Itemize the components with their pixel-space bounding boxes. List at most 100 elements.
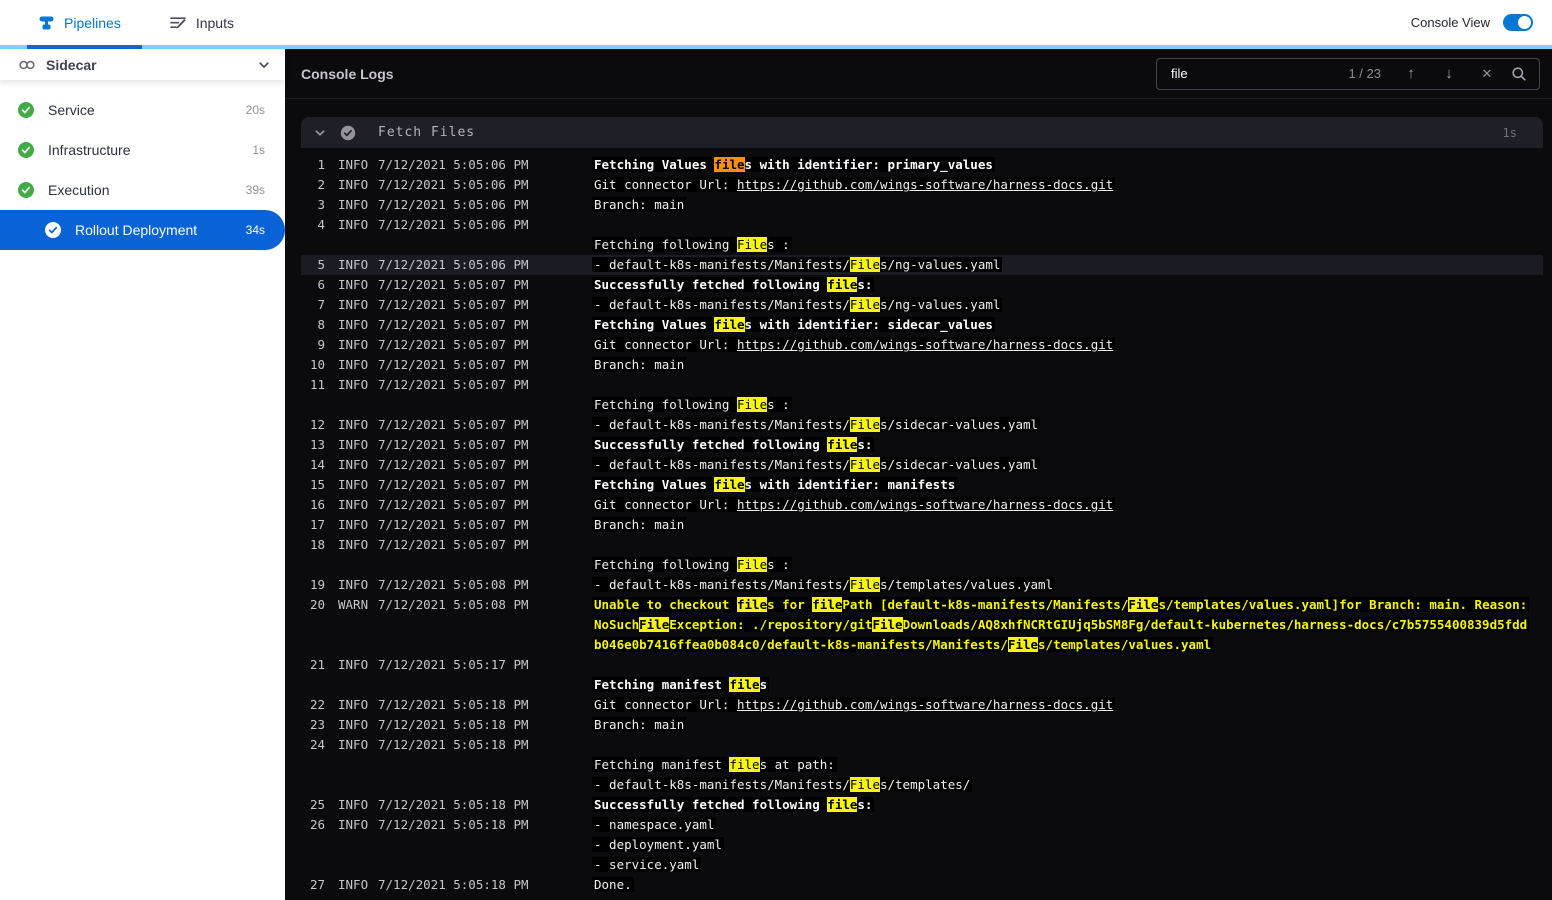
toggle-knob bbox=[1518, 16, 1531, 29]
log-message: Git connector Url: https://github.com/wi… bbox=[592, 697, 1116, 712]
search-match: file bbox=[827, 437, 858, 452]
log-timestamp: 7/12/2021 5:05:07 PM bbox=[378, 417, 529, 432]
chevron-down-icon[interactable] bbox=[257, 58, 271, 72]
search-match: File bbox=[849, 257, 880, 272]
log-timestamp: 7/12/2021 5:05:06 PM bbox=[378, 157, 529, 172]
log-row[interactable]: 20 WARN 7/12/2021 5:05:08 PM Unable to chec… bbox=[301, 595, 1543, 655]
log-row[interactable]: 23 INFO 7/12/2021 5:05:18 PM Branch: main bbox=[301, 715, 1543, 735]
log-row[interactable]: 9 INFO 7/12/2021 5:05:07 PM Git connector U… bbox=[301, 335, 1543, 355]
log-row[interactable]: 26 INFO 7/12/2021 5:05:18 PM - namespace.ya… bbox=[301, 815, 1543, 835]
link-icon bbox=[18, 58, 36, 72]
log-message: - default-k8s-manifests/Manifests/Files/… bbox=[592, 457, 1041, 472]
search-match: file bbox=[714, 317, 745, 332]
search-next-button[interactable]: ↓ bbox=[1435, 65, 1463, 82]
log-level: INFO bbox=[338, 417, 369, 432]
log-row[interactable]: 27 INFO 7/12/2021 5:05:18 PM Done. bbox=[301, 875, 1543, 895]
log-row[interactable]: 7 INFO 7/12/2021 5:05:07 PM - default-k8s-m… bbox=[301, 295, 1543, 315]
step-label: Execution bbox=[48, 182, 110, 198]
log-row[interactable]: 15 INFO 7/12/2021 5:05:07 PM Fetching Value… bbox=[301, 475, 1543, 495]
log-row[interactable]: 3 INFO 7/12/2021 5:05:06 PM Branch: main bbox=[301, 195, 1543, 215]
log-row[interactable]: 18 INFO 7/12/2021 5:05:07 PM bbox=[301, 535, 1543, 555]
log-link[interactable]: https://github.com/wings-software/harnes… bbox=[737, 337, 1113, 352]
log-row[interactable]: 25 INFO 7/12/2021 5:05:18 PM Successfully f… bbox=[301, 795, 1543, 815]
search-match: file bbox=[714, 477, 745, 492]
log-message: Fetching Values files with identifier: s… bbox=[592, 317, 995, 332]
log-row[interactable]: 10 INFO 7/12/2021 5:05:07 PM Branch: main bbox=[301, 355, 1543, 375]
console-view-toggle[interactable] bbox=[1503, 14, 1533, 31]
log-message: - default-k8s-manifests/Manifests/Files/… bbox=[592, 417, 1041, 432]
log-timestamp: 7/12/2021 5:05:06 PM bbox=[378, 197, 529, 212]
line-number: 16 bbox=[310, 497, 326, 512]
log-level: INFO bbox=[338, 457, 369, 472]
search-match: file bbox=[812, 597, 843, 612]
log-row[interactable]: 17 INFO 7/12/2021 5:05:07 PM Branch: main bbox=[301, 515, 1543, 535]
log-level: INFO bbox=[338, 377, 369, 392]
line-number: 27 bbox=[310, 877, 326, 892]
log-row[interactable]: Fetching manifest files bbox=[301, 675, 1543, 695]
line-number: 2 bbox=[317, 177, 325, 192]
log-timestamp: 7/12/2021 5:05:07 PM bbox=[378, 377, 529, 392]
line-number: 10 bbox=[310, 357, 326, 372]
search-clear-button[interactable]: ✕ bbox=[1473, 66, 1501, 82]
log-link[interactable]: https://github.com/wings-software/harnes… bbox=[737, 697, 1113, 712]
log-row[interactable]: 5 INFO 7/12/2021 5:05:06 PM - default-k8s-m… bbox=[301, 255, 1543, 275]
log-row[interactable]: Fetching following Files : bbox=[301, 555, 1543, 575]
log-timestamp: 7/12/2021 5:05:18 PM bbox=[378, 697, 529, 712]
step-label: Service bbox=[48, 102, 95, 118]
log-level: INFO bbox=[338, 337, 369, 352]
log-row[interactable]: 8 INFO 7/12/2021 5:05:07 PM Fetching Values… bbox=[301, 315, 1543, 335]
log-row[interactable]: - default-k8s-manifests/Manifests/Files/… bbox=[301, 775, 1543, 795]
log-row[interactable]: - service.yaml bbox=[301, 855, 1543, 875]
log-row[interactable]: 19 INFO 7/12/2021 5:05:08 PM - default-k8s-… bbox=[301, 575, 1543, 595]
log-timestamp: 7/12/2021 5:05:17 PM bbox=[378, 657, 529, 672]
log-row[interactable]: Fetching following Files : bbox=[301, 235, 1543, 255]
sidebar-item-infrastructure[interactable]: Infrastructure 1s bbox=[0, 130, 285, 170]
search-match-counter: 1 / 23 bbox=[1348, 66, 1381, 81]
log-message: - namespace.yaml bbox=[592, 817, 717, 832]
log-link[interactable]: https://github.com/wings-software/harnes… bbox=[737, 497, 1113, 512]
log-row[interactable]: Fetching manifest files at path: bbox=[301, 755, 1543, 775]
console-panel: Console Logs 1 / 23 ↑ ↓ ✕ Fetch bbox=[285, 49, 1552, 900]
log-row[interactable]: 14 INFO 7/12/2021 5:05:07 PM - default-k8s-… bbox=[301, 455, 1543, 475]
line-number: 12 bbox=[310, 417, 326, 432]
stage-header[interactable]: Sidecar bbox=[0, 49, 285, 80]
log-level: INFO bbox=[338, 657, 369, 672]
sidebar-item-execution[interactable]: Execution 39s bbox=[0, 170, 285, 210]
log-row[interactable]: 22 INFO 7/12/2021 5:05:18 PM Git connector … bbox=[301, 695, 1543, 715]
section-duration: 1s bbox=[1502, 125, 1517, 140]
log-row[interactable]: 1 INFO 7/12/2021 5:05:06 PM Fetching Values… bbox=[301, 155, 1543, 175]
log-row[interactable]: 24 INFO 7/12/2021 5:05:18 PM bbox=[301, 735, 1543, 755]
log-row[interactable]: 21 INFO 7/12/2021 5:05:17 PM bbox=[301, 655, 1543, 675]
log-row[interactable]: - deployment.yaml bbox=[301, 835, 1543, 855]
sidebar-item-service[interactable]: Service 20s bbox=[0, 90, 285, 130]
search-prev-button[interactable]: ↑ bbox=[1397, 65, 1425, 82]
tab-inputs[interactable]: Inputs bbox=[169, 14, 234, 31]
search-input[interactable] bbox=[1169, 65, 1349, 82]
log-row[interactable]: 6 INFO 7/12/2021 5:05:07 PM Successfully fe… bbox=[301, 275, 1543, 295]
log-level bbox=[338, 775, 378, 795]
log-row[interactable]: 11 INFO 7/12/2021 5:05:07 PM bbox=[301, 375, 1543, 395]
tab-pipelines[interactable]: Pipelines bbox=[38, 14, 121, 31]
log-message: - default-k8s-manifests/Manifests/Files/… bbox=[592, 577, 1056, 592]
log-row[interactable]: 2 INFO 7/12/2021 5:05:06 PM Git connector U… bbox=[301, 175, 1543, 195]
log-message bbox=[592, 535, 1543, 555]
log-message: Git connector Url: https://github.com/wi… bbox=[592, 337, 1116, 352]
log-row[interactable]: 12 INFO 7/12/2021 5:05:07 PM - default-k8s-… bbox=[301, 415, 1543, 435]
log-message: Branch: main bbox=[592, 197, 687, 212]
line-number: 11 bbox=[310, 377, 326, 392]
log-message: - service.yaml bbox=[592, 857, 702, 872]
log-timestamp: 7/12/2021 5:05:07 PM bbox=[378, 537, 529, 552]
log-row[interactable]: 4 INFO 7/12/2021 5:05:06 PM bbox=[301, 215, 1543, 235]
log-section-header[interactable]: Fetch Files 1s bbox=[301, 117, 1543, 148]
section-title: Fetch Files bbox=[378, 125, 476, 140]
console-view-label: Console View bbox=[1410, 15, 1490, 30]
log-row[interactable]: Fetching following Files : bbox=[301, 395, 1543, 415]
sidebar-item-rollout-deployment[interactable]: Rollout Deployment 34s bbox=[0, 210, 285, 250]
chevron-down-icon[interactable] bbox=[314, 127, 326, 139]
log-timestamp: 7/12/2021 5:05:07 PM bbox=[378, 477, 529, 492]
log-row[interactable]: 16 INFO 7/12/2021 5:05:07 PM Git connector … bbox=[301, 495, 1543, 515]
log-row[interactable]: 13 INFO 7/12/2021 5:05:07 PM Successfully f… bbox=[301, 435, 1543, 455]
line-number: 24 bbox=[310, 737, 326, 752]
step-label: Infrastructure bbox=[48, 142, 131, 158]
log-link[interactable]: https://github.com/wings-software/harnes… bbox=[737, 177, 1113, 192]
